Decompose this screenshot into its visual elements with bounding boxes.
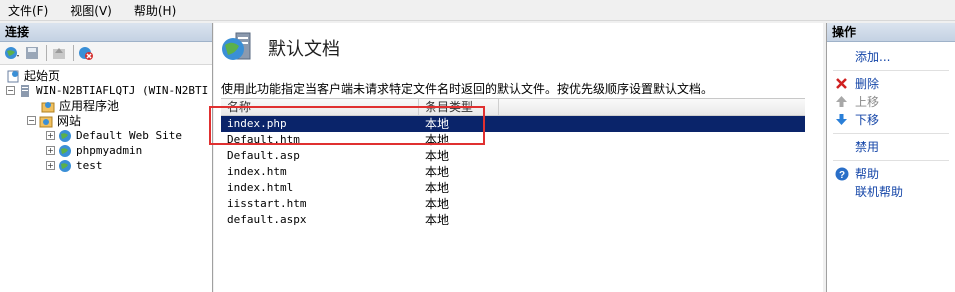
list-header: 名称 条目类型 <box>221 99 805 116</box>
collapse-icon[interactable]: − <box>27 116 36 125</box>
table-row[interactable]: index.html 本地 <box>221 180 805 196</box>
globe-icon <box>58 159 72 173</box>
row-name: index.html <box>227 181 294 194</box>
disconnect-icon[interactable] <box>77 44 95 62</box>
tree-node-site[interactable]: + test <box>0 158 212 173</box>
help-action[interactable]: ? 帮助 <box>827 165 955 183</box>
server-icon <box>18 84 32 98</box>
table-row[interactable]: Default.asp 本地 <box>221 148 805 164</box>
expand-icon[interactable]: + <box>46 131 55 140</box>
row-name: default.aspx <box>227 213 307 226</box>
feature-header: 默认文档 <box>214 23 823 71</box>
actions-title: 操作 <box>827 23 955 42</box>
column-header-name[interactable]: 名称 <box>221 99 419 116</box>
row-name: index.htm <box>227 165 287 178</box>
toolbar-separator <box>73 45 74 61</box>
table-row[interactable]: default.aspx 本地 <box>221 212 805 228</box>
remove-label: 删除 <box>855 77 880 91</box>
row-name: Default.asp <box>227 149 300 162</box>
divider <box>833 160 949 161</box>
up-level-icon[interactable] <box>50 44 68 62</box>
default-document-icon <box>220 31 254 66</box>
move-up-label: 上移 <box>855 95 880 109</box>
default-documents-list: 名称 条目类型 index.php 本地 Default.htm 本地 Defa… <box>221 98 805 292</box>
globe-icon <box>58 144 72 158</box>
row-type: 本地 <box>425 133 450 147</box>
tree-node-sites[interactable]: − 网站 <box>0 113 212 128</box>
row-name: index.php <box>221 116 419 132</box>
tree-label: Default Web Site <box>76 129 182 142</box>
move-down-action[interactable]: 下移 <box>827 111 955 129</box>
disable-action[interactable]: 禁用 <box>827 138 955 156</box>
save-icon[interactable] <box>23 44 41 62</box>
table-row[interactable]: Default.htm 本地 <box>221 132 805 148</box>
row-name: Default.htm <box>227 133 300 146</box>
help-label: 帮助 <box>855 167 880 181</box>
tree-node-site[interactable]: + Default Web Site <box>0 128 212 143</box>
move-down-label: 下移 <box>855 113 880 127</box>
feature-description: 使用此功能指定当客户端未请求特定文件名时返回的默认文件。按优先级顺序设置默认文档… <box>221 82 714 96</box>
tree-label: phpmyadmin <box>76 144 143 157</box>
column-header-type[interactable]: 条目类型 <box>419 99 499 116</box>
menu-bar: 文件(F) 视图(V) 帮助(H) <box>0 0 955 21</box>
globe-icon <box>58 129 72 143</box>
toolbar-separator <box>46 45 47 61</box>
tree-label: 网站 <box>57 114 82 128</box>
row-type: 本地 <box>419 116 499 132</box>
tree-node-app-pools[interactable]: 应用程序池 <box>0 98 212 113</box>
row-type: 本地 <box>425 181 450 195</box>
tree-node-site[interactable]: + phpmyadmin <box>0 143 212 158</box>
connect-globe-icon[interactable] <box>3 44 21 62</box>
connections-title: 连接 <box>0 23 212 42</box>
table-row[interactable]: index.htm 本地 <box>221 164 805 180</box>
tree-label: WIN-N2BTIAFLQTJ (WIN-N2BTI <box>36 84 209 97</box>
sites-folder-icon <box>39 114 53 128</box>
expand-icon[interactable]: + <box>46 146 55 155</box>
delete-x-icon <box>835 77 849 91</box>
tree-node-start-page[interactable]: 起始页 <box>0 68 212 83</box>
actions-panel: 操作 添加... 删除 上移 下移 禁用 ? 帮助 联机帮助 <box>826 23 955 292</box>
start-page-icon <box>6 69 20 83</box>
app-pool-icon <box>41 99 55 113</box>
divider <box>833 70 949 71</box>
row-type: 本地 <box>425 149 450 163</box>
tree-label: 起始页 <box>24 69 61 83</box>
arrow-up-icon <box>835 95 849 109</box>
menu-view[interactable]: 视图(V) <box>70 2 112 19</box>
connections-toolbar <box>0 42 212 65</box>
connections-panel: 连接 起始页 − WIN-N2BTIAFLQTJ (WIN-N2BTI 应用程序… <box>0 23 213 292</box>
collapse-icon[interactable]: − <box>6 86 15 95</box>
table-row[interactable]: index.php 本地 <box>221 116 805 132</box>
row-type: 本地 <box>425 165 450 179</box>
page-title: 默认文档 <box>268 39 340 60</box>
move-up-action[interactable]: 上移 <box>827 93 955 111</box>
row-type: 本地 <box>425 197 450 211</box>
menu-file[interactable]: 文件(F) <box>8 2 48 19</box>
row-type: 本地 <box>425 213 450 227</box>
row-name: iisstart.htm <box>227 197 307 210</box>
table-row[interactable]: iisstart.htm 本地 <box>221 196 805 212</box>
tree-label: test <box>76 159 103 172</box>
remove-action[interactable]: 删除 <box>827 75 955 93</box>
menu-help[interactable]: 帮助(H) <box>134 2 176 19</box>
expand-icon[interactable]: + <box>46 161 55 170</box>
connections-tree: 起始页 − WIN-N2BTIAFLQTJ (WIN-N2BTI 应用程序池 −… <box>0 65 212 173</box>
divider <box>833 133 949 134</box>
tree-node-server[interactable]: − WIN-N2BTIAFLQTJ (WIN-N2BTI <box>0 83 212 98</box>
arrow-down-icon <box>835 113 849 127</box>
online-help-action[interactable]: 联机帮助 <box>827 183 955 201</box>
help-icon: ? <box>835 167 849 181</box>
feature-pane: 默认文档 使用此功能指定当客户端未请求特定文件名时返回的默认文件。按优先级顺序设… <box>214 23 823 292</box>
svg-text:?: ? <box>839 170 845 181</box>
add-action[interactable]: 添加... <box>827 48 955 66</box>
